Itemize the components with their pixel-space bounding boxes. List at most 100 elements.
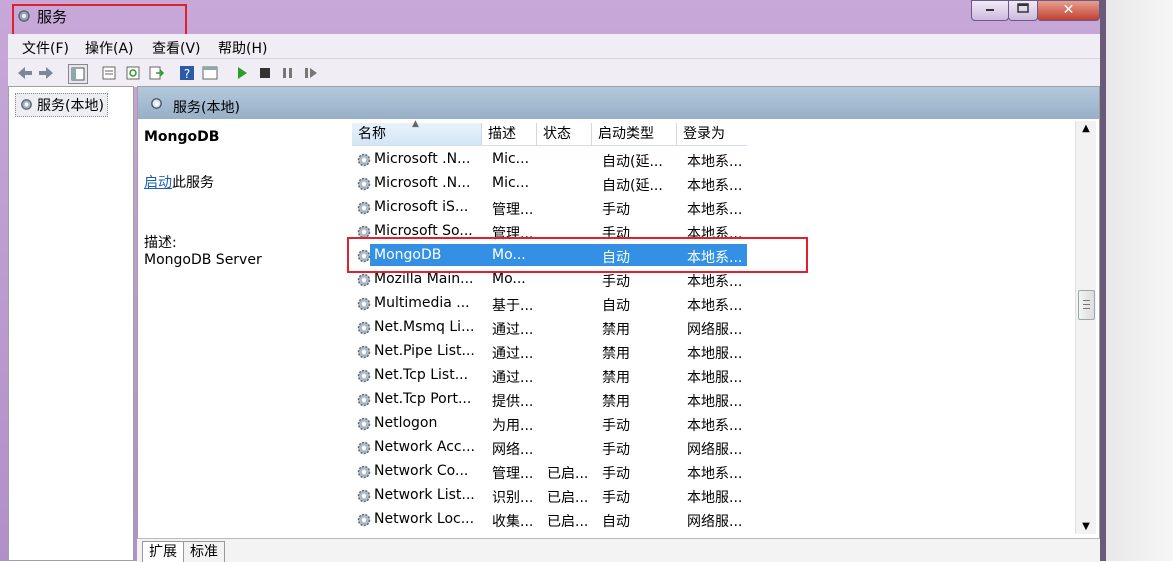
service-gear-icon [357, 273, 371, 287]
cell-name: Netlogon [374, 415, 438, 431]
forward-icon[interactable] [37, 64, 55, 82]
cell-description: 通过... [492, 346, 534, 362]
refresh-icon[interactable] [124, 64, 142, 82]
column-name[interactable]: 名称 ▲ [352, 119, 482, 145]
tree-item-services-local[interactable]: 服务(本地) [15, 93, 108, 117]
cell-name: Network Loc... [374, 511, 475, 527]
column-status[interactable]: 状态 [537, 123, 592, 145]
cell-startup-type: 自动(延... [602, 154, 663, 170]
cell-startup-type: 自动 [602, 298, 630, 314]
cell-status: 已启... [547, 514, 589, 530]
table-row[interactable]: Network Co... 管理... 已启... 手动 本地系... [352, 460, 747, 484]
cell-name: Net.Pipe List... [374, 343, 475, 359]
back-icon[interactable] [16, 64, 34, 82]
table-row[interactable]: Microsoft iS... 管理... 手动 本地系... [352, 196, 747, 220]
column-description[interactable]: 描述 [482, 123, 537, 145]
cell-startup-type: 禁用 [602, 346, 630, 362]
stop-icon[interactable] [256, 64, 274, 82]
cell-description: 管理... [492, 202, 534, 218]
export-icon[interactable] [147, 64, 165, 82]
cell-startup-type: 手动 [602, 418, 630, 434]
description-text: MongoDB Server [144, 252, 262, 268]
console-tree-icon[interactable] [68, 64, 88, 84]
cell-description: 为用... [492, 418, 534, 434]
svg-text:?: ? [184, 67, 190, 81]
description-label: 描述: [144, 235, 177, 251]
table-row[interactable]: Net.Tcp List... 通过... 禁用 本地服... [352, 364, 747, 388]
scroll-thumb[interactable] [1078, 290, 1095, 320]
table-row[interactable]: Network Loc... 收集... 已启... 自动 网络服... [352, 508, 747, 532]
table-row[interactable]: Net.Tcp Port... 提供... 禁用 本地服... [352, 388, 747, 412]
service-gear-icon [357, 465, 371, 479]
scroll-down-icon[interactable]: ▼ [1076, 521, 1096, 532]
menu-file[interactable]: 文件(F) [22, 38, 69, 58]
cell-log-on-as: 本地系... [687, 154, 743, 170]
maximize-button[interactable] [1008, 0, 1038, 21]
menu-action[interactable]: 操作(A) [85, 38, 134, 58]
cell-startup-type: 手动 [602, 442, 630, 458]
cell-name: Microsoft .N... [374, 151, 471, 167]
minimize-icon [986, 9, 994, 11]
cell-description: 通过... [492, 370, 534, 386]
toolbar: ? [8, 58, 1100, 87]
cell-name: Microsoft iS... [374, 199, 469, 215]
table-row[interactable]: Network Acc... 网络... 手动 网络服... [352, 436, 747, 460]
scroll-up-icon[interactable]: ▲ [1076, 123, 1096, 134]
cell-name: Network Co... [374, 463, 469, 479]
table-row[interactable]: Multimedia ... 基于... 自动 本地系... [352, 292, 747, 316]
menu-view[interactable]: 查看(V) [152, 38, 201, 58]
cell-log-on-as: 本地系... [687, 466, 743, 482]
column-log-on-as[interactable]: 登录为 [677, 123, 747, 145]
selected-service-name: MongoDB [144, 129, 220, 145]
view-tabs: 扩展 标准 [137, 538, 1100, 562]
menu-help[interactable]: 帮助(H) [218, 38, 267, 58]
pause-icon[interactable] [279, 64, 297, 82]
cell-name: Net.Tcp Port... [374, 391, 472, 407]
table-row[interactable]: Net.Msmq Li... 通过... 禁用 网络服... [352, 316, 747, 340]
desktop-background [1106, 0, 1173, 561]
properties-list-icon[interactable] [100, 64, 118, 82]
resume-icon[interactable] [302, 64, 320, 82]
services-gear-icon [151, 98, 162, 109]
service-gear-icon [357, 489, 371, 503]
cell-name: Net.Tcp List... [374, 367, 469, 383]
cell-startup-type: 自动 [602, 514, 630, 530]
play-icon[interactable] [233, 64, 251, 82]
cell-startup-type: 手动 [602, 466, 630, 482]
cell-startup-type: 自动(延... [602, 178, 663, 194]
minimize-button[interactable] [971, 0, 1009, 21]
column-startup-type[interactable]: 启动类型 [592, 123, 677, 145]
view-icon[interactable] [201, 64, 219, 82]
cell-status: 已启... [547, 490, 589, 506]
cell-log-on-as: 本地服... [687, 394, 743, 410]
table-row[interactable]: Microsoft .N... Mic... 自动(延... 本地系... [352, 148, 747, 172]
cell-description: 通过... [492, 322, 534, 338]
service-gear-icon [357, 201, 371, 215]
cell-log-on-as: 网络服... [687, 322, 743, 338]
cell-description: 提供... [492, 394, 534, 410]
table-row[interactable]: Netlogon 为用... 手动 本地系... [352, 412, 747, 436]
cell-description: 管理... [492, 466, 534, 482]
table-row[interactable]: Net.Pipe List... 通过... 禁用 本地服... [352, 340, 747, 364]
table-row[interactable]: Microsoft .N... Mic... 自动(延... 本地系... [352, 172, 747, 196]
content-pane: 服务(本地) MongoDB 启动此服务 描述: MongoDB Server … [137, 86, 1100, 561]
start-service-line: 启动此服务 [144, 172, 214, 192]
table-row[interactable]: Network List... 识别... 已启... 手动 本地服... [352, 484, 747, 508]
cell-name: Multimedia ... [374, 295, 470, 311]
help-icon[interactable]: ? [178, 64, 196, 82]
vertical-scrollbar[interactable]: ▲ ▼ [1075, 121, 1096, 534]
cell-name: Net.Msmq Li... [374, 319, 475, 335]
close-button[interactable]: ✕ [1037, 0, 1100, 21]
cell-startup-type: 手动 [602, 274, 630, 290]
start-service-link[interactable]: 启动 [144, 175, 172, 191]
cell-startup-type: 禁用 [602, 370, 630, 386]
content-header-title: 服务(本地) [173, 100, 240, 116]
annotation-box-mongodb [347, 237, 808, 273]
cell-status: 已启... [547, 466, 589, 482]
tab-extended[interactable]: 扩展 [142, 541, 184, 562]
service-gear-icon [357, 297, 371, 311]
cell-description: Mo... [492, 271, 526, 287]
cell-log-on-as: 本地服... [687, 370, 743, 386]
tab-standard[interactable]: 标准 [183, 541, 225, 562]
cell-log-on-as: 网络服... [687, 514, 743, 530]
